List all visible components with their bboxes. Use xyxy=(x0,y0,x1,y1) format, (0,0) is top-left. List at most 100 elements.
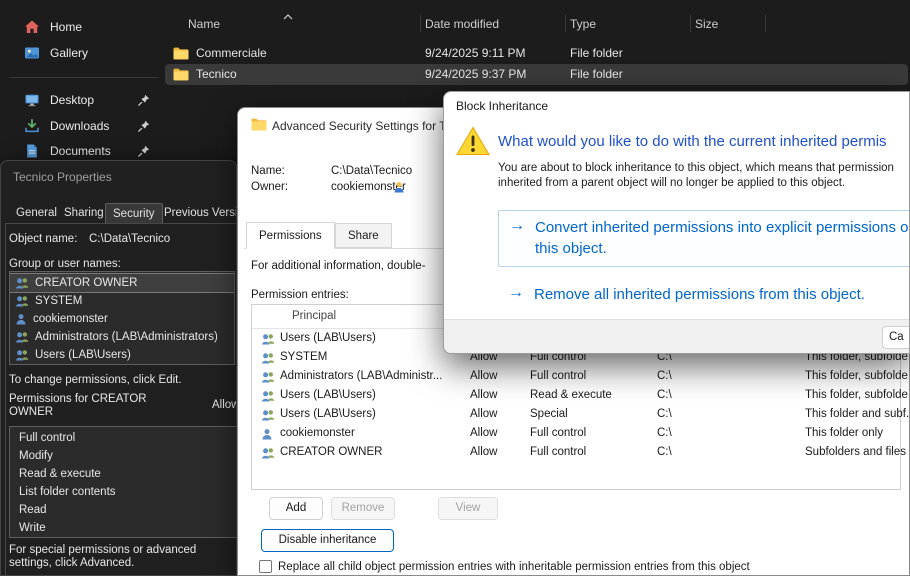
remove-permissions-option[interactable]: → Remove all inherited permissions from … xyxy=(498,282,910,310)
entry-inherited-from: C:\ xyxy=(657,424,672,443)
dialog-body-text: inherited from a parent object will no l… xyxy=(498,177,845,189)
group-user-names-label: Group or user names: xyxy=(9,258,121,270)
permission-entry-row[interactable]: Users (LAB\Users) Allow Read & execute C… xyxy=(252,386,900,405)
sidebar-item-downloads[interactable]: Downloads xyxy=(12,114,160,138)
entry-type: Allow xyxy=(470,386,497,405)
group-list-item[interactable]: Administrators (LAB\Administrators) xyxy=(10,328,234,346)
group-icon xyxy=(261,371,275,383)
column-header-size[interactable]: Size xyxy=(695,12,718,36)
file-name: Tecnico xyxy=(196,64,237,85)
group-list-item[interactable]: SYSTEM xyxy=(10,292,234,310)
view-button[interactable]: View xyxy=(438,497,498,520)
sidebar-item-label: Home xyxy=(50,20,82,34)
file-list-header: Name Date modified Type Size xyxy=(165,12,910,36)
entry-type: Allow xyxy=(470,367,497,386)
sidebar-item-gallery[interactable]: Gallery xyxy=(12,41,160,65)
group-list-item-selected[interactable]: CREATOR OWNER xyxy=(10,274,234,292)
group-icon xyxy=(15,349,29,361)
permission-entry-row[interactable]: cookiemonster Allow Full control C:\ Thi… xyxy=(252,424,900,443)
sidebar-item-label: Gallery xyxy=(50,46,88,60)
entry-principal: cookiemonster xyxy=(280,424,355,443)
option-label-line1: Convert inherited permissions into expli… xyxy=(535,217,910,238)
group-icon xyxy=(261,390,275,402)
folder-icon xyxy=(251,118,267,131)
permission-item[interactable]: Read xyxy=(10,501,236,519)
entry-principal: Users (LAB\Users) xyxy=(280,405,376,424)
remove-button[interactable]: Remove xyxy=(331,497,395,520)
column-divider[interactable] xyxy=(765,15,766,32)
command-arrow-icon: → xyxy=(509,217,525,235)
column-divider[interactable] xyxy=(690,15,691,32)
tab-general[interactable]: General xyxy=(9,203,64,223)
list-item-label: SYSTEM xyxy=(35,295,82,307)
warning-icon xyxy=(456,126,490,156)
entry-type: Allow xyxy=(470,405,497,424)
owner-badge-icon xyxy=(393,181,405,193)
sidebar-item-home[interactable]: Home xyxy=(12,15,160,39)
permission-item[interactable]: Full control xyxy=(10,429,236,447)
allow-column-header: Allow xyxy=(212,399,237,411)
desktop-icon xyxy=(24,92,40,108)
advanced-settings-hint: For special permissions or advanced sett… xyxy=(9,544,221,570)
column-header-date-modified[interactable]: Date modified xyxy=(425,12,499,36)
option-label: Remove all inherited permissions from th… xyxy=(534,284,865,305)
column-divider[interactable] xyxy=(565,15,566,32)
entry-access: Special xyxy=(530,405,568,424)
tab-sharing[interactable]: Sharing xyxy=(57,203,111,223)
folder-icon xyxy=(173,68,189,81)
folder-icon xyxy=(173,47,189,60)
convert-permissions-option[interactable]: → Convert inherited permissions into exp… xyxy=(498,210,910,267)
file-row[interactable]: Commerciale 9/24/2025 9:11 PM File folde… xyxy=(165,43,908,64)
file-row-selected[interactable]: Tecnico 9/24/2025 9:37 PM File folder xyxy=(165,64,908,85)
tab-permissions[interactable]: Permissions xyxy=(246,222,335,249)
permission-entry-row[interactable]: Users (LAB\Users) Allow Special C:\ This… xyxy=(252,405,900,424)
pin-icon xyxy=(138,145,150,157)
entry-type: Allow xyxy=(470,443,497,462)
entry-applies-to: This folder, subfolde... xyxy=(805,386,910,405)
list-item-label: Users (LAB\Users) xyxy=(35,349,131,361)
permission-item[interactable]: Modify xyxy=(10,447,236,465)
tab-security[interactable]: Security xyxy=(105,203,163,223)
principal-column-header[interactable]: Principal xyxy=(292,310,336,322)
add-button[interactable]: Add xyxy=(269,497,323,520)
group-icon xyxy=(261,333,275,345)
group-list-item[interactable]: cookiemonster xyxy=(10,310,234,328)
sidebar-item-desktop[interactable]: Desktop xyxy=(12,88,160,112)
dialog-title: Block Inheritance xyxy=(456,99,548,113)
replace-child-permissions-checkbox[interactable] xyxy=(259,560,272,573)
dialog-heading: What would you like to do with the curre… xyxy=(498,133,887,150)
group-list-item[interactable]: Users (LAB\Users) xyxy=(10,346,234,364)
edit-permissions-hint: To change permissions, click Edit. xyxy=(9,374,182,386)
cancel-button[interactable]: Ca xyxy=(882,326,910,349)
entry-access: Full control xyxy=(530,424,586,443)
column-header-type[interactable]: Type xyxy=(570,12,596,36)
permission-label: List folder contents xyxy=(19,486,116,498)
permission-label: Full control xyxy=(19,432,75,444)
sort-ascending-icon[interactable] xyxy=(283,14,293,20)
permission-item[interactable]: Read & execute xyxy=(10,465,236,483)
entry-access: Full control xyxy=(530,367,586,386)
column-divider[interactable] xyxy=(420,15,421,32)
permission-entry-row[interactable]: CREATOR OWNER Allow Full control C:\ Sub… xyxy=(252,443,900,462)
entry-access: Read & execute xyxy=(530,386,612,405)
entry-type: Allow xyxy=(470,424,497,443)
user-icon xyxy=(15,313,27,325)
list-item-label: cookiemonster xyxy=(33,313,108,325)
tab-share[interactable]: Share xyxy=(335,223,392,248)
group-icon xyxy=(261,409,275,421)
group-user-list: CREATOR OWNER SYSTEM cookiemonster Admin… xyxy=(9,271,235,365)
permission-entry-row[interactable]: Administrators (LAB\Administr... Allow F… xyxy=(252,367,900,386)
tab-previous-versions[interactable]: Previous Versions xyxy=(157,203,237,223)
entry-applies-to: This folder only xyxy=(805,424,883,443)
entry-principal: CREATOR OWNER xyxy=(280,443,382,462)
disable-inheritance-button[interactable]: Disable inheritance xyxy=(261,529,394,552)
permission-item[interactable]: Write xyxy=(10,519,236,537)
user-icon xyxy=(261,428,273,440)
dialog-title: Advanced Security Settings for Te xyxy=(272,119,452,133)
permission-item[interactable]: List folder contents xyxy=(10,483,236,501)
column-header-name[interactable]: Name xyxy=(188,12,220,36)
permission-label: Read xyxy=(19,504,47,516)
entry-applies-to: This folder and subf... xyxy=(805,405,910,424)
permission-label: Modify xyxy=(19,450,53,462)
entry-principal: Users (LAB\Users) xyxy=(280,329,376,348)
